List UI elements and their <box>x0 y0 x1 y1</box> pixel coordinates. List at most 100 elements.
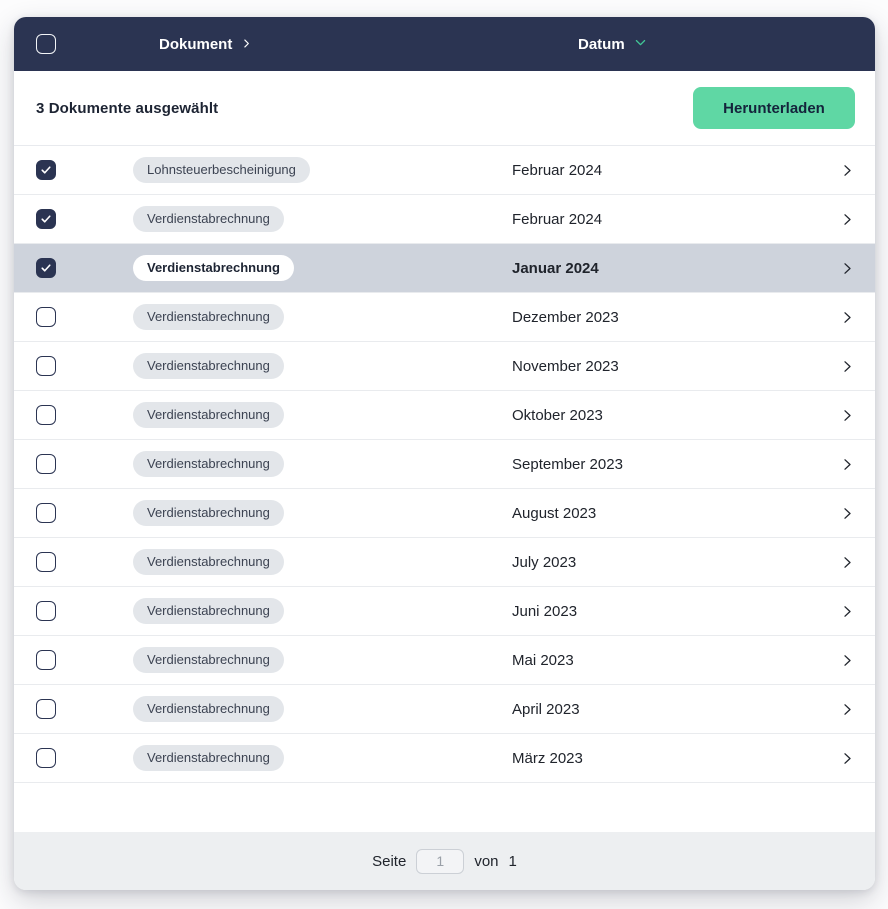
document-date: März 2023 <box>512 750 819 767</box>
row-chevron-right-icon[interactable] <box>840 310 855 325</box>
row-checkbox[interactable] <box>36 503 56 523</box>
check-icon <box>40 262 52 274</box>
row-checkbox[interactable] <box>36 405 56 425</box>
table-row[interactable]: Lohnsteuerbescheinigung Februar 2024 <box>14 146 875 195</box>
document-type-badge: Verdienstabrechnung <box>133 353 284 379</box>
check-icon <box>40 213 52 225</box>
table-row[interactable]: Verdienstabrechnung August 2023 <box>14 489 875 538</box>
of-label: von <box>474 853 498 870</box>
document-date: Mai 2023 <box>512 652 819 669</box>
document-type-badge: Lohnsteuerbescheinigung <box>133 157 310 183</box>
page-label: Seite <box>372 853 406 870</box>
document-type-badge: Verdienstabrechnung <box>133 402 284 428</box>
document-type-badge: Verdienstabrechnung <box>133 206 284 232</box>
document-type-badge: Verdienstabrechnung <box>133 647 284 673</box>
row-checkbox[interactable] <box>36 552 56 572</box>
document-type-badge: Verdienstabrechnung <box>133 696 284 722</box>
row-checkbox[interactable] <box>36 160 56 180</box>
row-checkbox-cell <box>14 650 112 670</box>
table-row[interactable]: Verdienstabrechnung Februar 2024 <box>14 195 875 244</box>
document-date: Februar 2024 <box>512 211 819 228</box>
table-row[interactable]: Verdienstabrechnung Mai 2023 <box>14 636 875 685</box>
row-checkbox-cell <box>14 601 112 621</box>
column-header-dokument-label: Dokument <box>159 36 232 53</box>
row-checkbox[interactable] <box>36 209 56 229</box>
page-number-input[interactable] <box>416 849 464 874</box>
check-icon <box>40 164 52 176</box>
row-chevron-right-icon[interactable] <box>840 751 855 766</box>
row-checkbox-cell <box>14 552 112 572</box>
pagination-footer: Seite von 1 <box>14 832 875 890</box>
table-row[interactable]: Verdienstabrechnung July 2023 <box>14 538 875 587</box>
row-checkbox-cell <box>14 454 112 474</box>
row-checkbox[interactable] <box>36 307 56 327</box>
chevron-right-icon <box>241 36 252 53</box>
download-button[interactable]: Herunterladen <box>693 87 855 129</box>
select-all-cell <box>14 34 112 54</box>
row-checkbox-cell <box>14 258 112 278</box>
select-all-checkbox[interactable] <box>36 34 56 54</box>
row-checkbox-cell <box>14 503 112 523</box>
row-checkbox[interactable] <box>36 699 56 719</box>
row-checkbox-cell <box>14 160 112 180</box>
selection-toolbar: 3 Dokumente ausgewählt Herunterladen <box>14 71 875 146</box>
column-header-datum-label: Datum <box>578 36 625 53</box>
total-pages: 1 <box>509 853 517 870</box>
row-chevron-right-icon[interactable] <box>840 653 855 668</box>
column-header-dokument[interactable]: Dokument <box>112 36 512 53</box>
document-date: Dezember 2023 <box>512 309 819 326</box>
row-checkbox-cell <box>14 307 112 327</box>
document-date: Juni 2023 <box>512 603 819 620</box>
row-checkbox[interactable] <box>36 601 56 621</box>
document-type-badge: Verdienstabrechnung <box>133 304 284 330</box>
table-row[interactable]: Verdienstabrechnung April 2023 <box>14 685 875 734</box>
row-chevron-right-icon[interactable] <box>840 261 855 276</box>
document-type-badge: Verdienstabrechnung <box>133 598 284 624</box>
document-date: Januar 2024 <box>512 260 819 277</box>
row-checkbox-cell <box>14 748 112 768</box>
row-checkbox[interactable] <box>36 748 56 768</box>
table-row[interactable]: Verdienstabrechnung November 2023 <box>14 342 875 391</box>
row-chevron-right-icon[interactable] <box>840 555 855 570</box>
table-row[interactable]: Verdienstabrechnung Januar 2024 <box>14 244 875 293</box>
row-chevron-right-icon[interactable] <box>840 604 855 619</box>
row-checkbox[interactable] <box>36 454 56 474</box>
row-chevron-right-icon[interactable] <box>840 359 855 374</box>
table-row[interactable]: Verdienstabrechnung März 2023 <box>14 734 875 783</box>
table-row[interactable]: Verdienstabrechnung Oktober 2023 <box>14 391 875 440</box>
document-date: August 2023 <box>512 505 819 522</box>
row-chevron-right-icon[interactable] <box>840 408 855 423</box>
document-date: November 2023 <box>512 358 819 375</box>
row-checkbox[interactable] <box>36 650 56 670</box>
document-date: July 2023 <box>512 554 819 571</box>
row-checkbox-cell <box>14 356 112 376</box>
document-date: Oktober 2023 <box>512 407 819 424</box>
document-date: April 2023 <box>512 701 819 718</box>
row-chevron-right-icon[interactable] <box>840 506 855 521</box>
row-checkbox[interactable] <box>36 258 56 278</box>
document-type-badge: Verdienstabrechnung <box>133 745 284 771</box>
list-spacer <box>14 783 875 832</box>
selection-count-text: 3 Dokumente ausgewählt <box>36 100 218 117</box>
row-checkbox[interactable] <box>36 356 56 376</box>
column-header-datum[interactable]: Datum <box>512 36 819 53</box>
row-chevron-right-icon[interactable] <box>840 163 855 178</box>
document-type-badge: Verdienstabrechnung <box>133 500 284 526</box>
document-list: Lohnsteuerbescheinigung Februar 2024 Ver… <box>14 146 875 783</box>
row-checkbox-cell <box>14 209 112 229</box>
row-chevron-right-icon[interactable] <box>840 702 855 717</box>
table-header: Dokument Datum <box>14 17 875 71</box>
table-row[interactable]: Verdienstabrechnung Juni 2023 <box>14 587 875 636</box>
row-checkbox-cell <box>14 405 112 425</box>
table-row[interactable]: Verdienstabrechnung September 2023 <box>14 440 875 489</box>
document-table-card: Dokument Datum 3 Dokumente ausgewählt He… <box>14 17 875 890</box>
chevron-down-icon <box>634 36 647 53</box>
document-type-badge: Verdienstabrechnung <box>133 549 284 575</box>
row-chevron-right-icon[interactable] <box>840 457 855 472</box>
row-checkbox-cell <box>14 699 112 719</box>
document-date: Februar 2024 <box>512 162 819 179</box>
document-type-badge: Verdienstabrechnung <box>133 255 294 281</box>
table-row[interactable]: Verdienstabrechnung Dezember 2023 <box>14 293 875 342</box>
row-chevron-right-icon[interactable] <box>840 212 855 227</box>
document-type-badge: Verdienstabrechnung <box>133 451 284 477</box>
